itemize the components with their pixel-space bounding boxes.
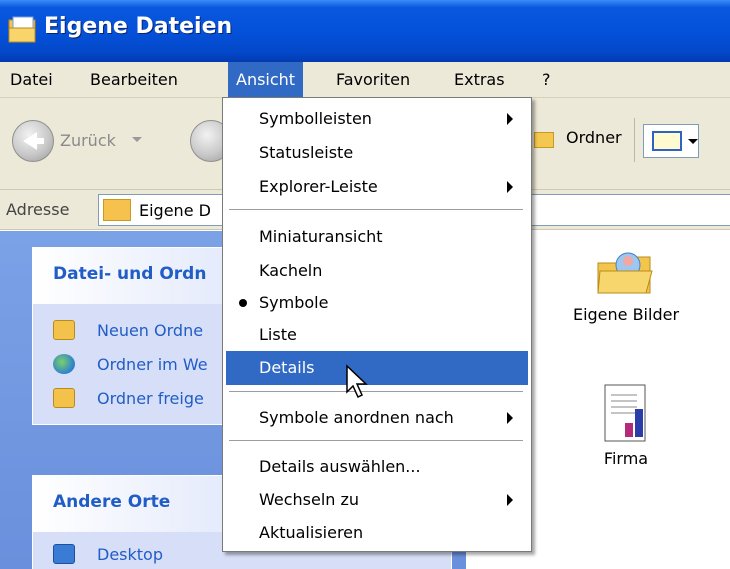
menu-item-label: Miniaturansicht <box>259 227 383 246</box>
menu-separator <box>229 391 523 393</box>
menu-item-label: Symbolleisten <box>259 109 372 128</box>
share-folder-icon <box>53 388 75 408</box>
menu-item-details-auswaehlen[interactable]: Details auswählen... <box>223 450 529 484</box>
menu-item-label: Symbole anordnen nach <box>259 408 454 427</box>
menu-item-label: Symbole <box>259 293 329 312</box>
back-arrow-shaft <box>32 138 44 144</box>
view-menu: Symbolleisten Statusleiste Explorer-Leis… <box>222 97 532 552</box>
task-label: Ordner freige <box>97 389 204 408</box>
folders-label: Ordner <box>566 128 622 147</box>
document-chart-icon <box>604 384 646 442</box>
address-value: Eigene D <box>139 201 211 220</box>
menu-separator <box>229 440 523 442</box>
radio-bullet-icon <box>239 299 247 307</box>
file-label: Eigene Bilder <box>572 305 680 324</box>
folders-button[interactable]: Ordner <box>530 120 630 158</box>
desktop-icon <box>53 544 75 564</box>
menu-item-label: Details <box>259 358 315 377</box>
folder-icon <box>103 199 131 221</box>
back-button[interactable] <box>12 120 54 162</box>
web-publish-icon <box>53 354 75 374</box>
place-label: Desktop <box>97 545 163 564</box>
chevron-down-icon <box>688 139 698 144</box>
menu-item-symbolleisten[interactable]: Symbolleisten <box>223 102 529 136</box>
menu-item-symbole-anordnen[interactable]: Symbole anordnen nach <box>223 401 529 435</box>
folder-icon <box>8 16 36 43</box>
toolbar-divider <box>634 118 635 162</box>
menu-item-label: Aktualisieren <box>259 523 364 542</box>
file-item[interactable]: Firma <box>546 383 706 468</box>
task-label: Neuen Ordne <box>97 321 204 340</box>
menu-item-label: Statusleiste <box>259 143 354 162</box>
file-item[interactable]: Eigene Bilder <box>546 241 706 324</box>
menu-item-label: Details auswählen... <box>259 457 421 476</box>
group-title: Andere Orte <box>53 492 171 512</box>
title-bar[interactable]: Eigene Dateien <box>0 0 730 62</box>
group-title: Datei- und Ordn <box>53 264 207 284</box>
submenu-arrow-icon <box>507 494 513 506</box>
menu-help[interactable]: ? <box>534 62 559 98</box>
menu-item-kacheln[interactable]: Kacheln <box>223 254 529 288</box>
views-button[interactable] <box>643 124 699 158</box>
menu-item-liste[interactable]: Liste <box>223 318 529 352</box>
menu-item-label: Kacheln <box>259 261 323 280</box>
new-folder-icon <box>53 320 75 340</box>
menu-item-aktualisieren[interactable]: Aktualisieren <box>223 516 529 550</box>
my-pictures-folder-icon <box>597 252 653 294</box>
back-label[interactable]: Zurück <box>60 131 116 150</box>
menu-item-statusleiste[interactable]: Statusleiste <box>223 136 529 170</box>
menu-item-explorer-leiste[interactable]: Explorer-Leiste <box>223 170 529 204</box>
task-label: Ordner im We <box>97 355 208 374</box>
submenu-arrow-icon <box>507 181 513 193</box>
views-icon <box>652 131 682 151</box>
menu-separator <box>229 209 523 211</box>
menu-extras[interactable]: Extras <box>446 62 513 98</box>
mouse-pointer-icon <box>346 364 368 399</box>
window-title: Eigene Dateien <box>44 14 233 39</box>
address-label: Adresse <box>6 200 70 219</box>
menu-datei[interactable]: Datei <box>2 62 61 98</box>
menu-item-wechseln-zu[interactable]: Wechseln zu <box>223 483 529 517</box>
menu-bar: Datei Bearbeiten Ansicht Favoriten Extra… <box>0 62 730 98</box>
file-label: Firma <box>603 449 649 468</box>
menu-item-symbole[interactable]: Symbole <box>223 286 529 320</box>
back-dropdown-icon[interactable] <box>132 137 142 142</box>
menu-item-label: Wechseln zu <box>259 490 360 509</box>
folders-icon <box>534 132 554 148</box>
menu-item-label: Explorer-Leiste <box>259 177 378 196</box>
menu-ansicht[interactable]: Ansicht <box>228 62 304 98</box>
menu-favoriten[interactable]: Favoriten <box>328 62 418 98</box>
menu-bearbeiten[interactable]: Bearbeiten <box>82 62 186 98</box>
submenu-arrow-icon <box>507 113 513 125</box>
menu-item-miniaturansicht[interactable]: Miniaturansicht <box>223 220 529 254</box>
submenu-arrow-icon <box>507 412 513 424</box>
menu-item-details[interactable]: Details <box>226 351 528 385</box>
menu-item-label: Liste <box>259 325 297 344</box>
